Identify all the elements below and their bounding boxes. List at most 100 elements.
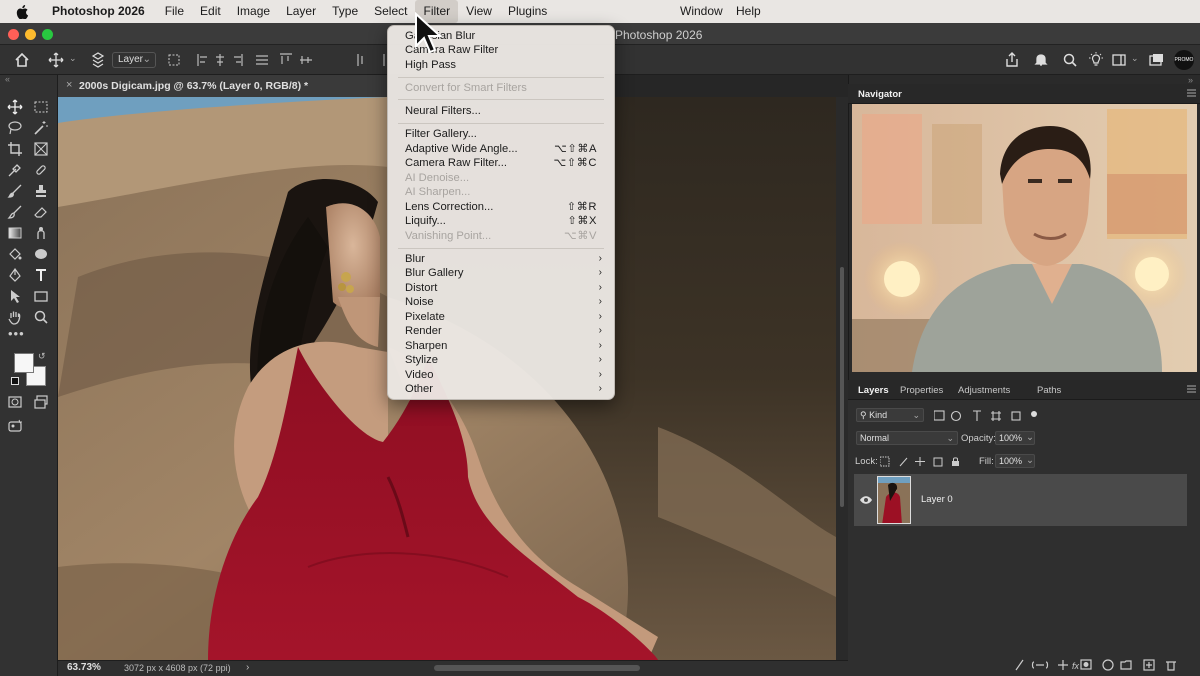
horizontal-scrollbar-thumb[interactable] (434, 665, 640, 671)
lightbulb-icon[interactable] (1088, 52, 1104, 68)
menu-file[interactable]: File (157, 0, 192, 23)
panel-menu-icon[interactable] (1187, 89, 1196, 97)
screen-mode-icon[interactable] (33, 394, 49, 410)
history-brush-tool-icon[interactable] (7, 204, 23, 220)
menu-image[interactable]: Image (229, 0, 278, 23)
eye-icon[interactable] (860, 495, 872, 505)
menu-type[interactable]: Type (324, 0, 366, 23)
layer-action-icons[interactable]: fx (1014, 658, 1194, 672)
rectangle-tool-icon[interactable] (33, 288, 49, 304)
tab-navigator[interactable]: Navigator (858, 89, 902, 100)
menu-item-sharpen[interactable]: Sharpen › (405, 339, 602, 353)
menu-item-blur[interactable]: Blur › (405, 252, 602, 266)
chevron-down-icon[interactable]: ⌄ (1026, 432, 1034, 443)
arrange-documents-icon[interactable] (1148, 52, 1164, 68)
navigator-preview[interactable] (852, 104, 1197, 372)
document-tab[interactable]: × 2000s Digicam.jpg @ 63.7% (Layer 0, RG… (58, 75, 388, 97)
auto-select-icon[interactable] (90, 52, 106, 68)
paint-bucket-tool-icon[interactable] (7, 246, 23, 262)
zoom-window-button[interactable] (42, 29, 53, 40)
minimize-window-button[interactable] (25, 29, 36, 40)
menu-item-stylize[interactable]: Stylize › (405, 353, 602, 367)
chevron-down-icon[interactable]: ⌄ (69, 53, 77, 64)
move-tool-preset-icon[interactable] (48, 52, 64, 68)
share-icon[interactable] (1004, 52, 1020, 68)
foreground-color-swatch-top[interactable] (14, 353, 34, 373)
tab-properties[interactable]: Properties (900, 385, 943, 396)
frame-tool-icon[interactable] (33, 141, 49, 157)
menu-layer[interactable]: Layer (278, 0, 324, 23)
search-icon[interactable] (1062, 52, 1078, 68)
menu-item-video[interactable]: Video › (405, 368, 602, 382)
auto-select-target-dropdown[interactable]: Layer ⌄ (112, 52, 156, 68)
panel-menu-icon[interactable] (1187, 385, 1196, 393)
menu-item-other[interactable]: Other › (405, 382, 602, 396)
layer-filter-kind-dropdown[interactable]: ⚲ Kind ⌄ (856, 408, 924, 422)
menu-help[interactable]: Help (728, 0, 769, 23)
crop-tool-icon[interactable] (7, 141, 23, 157)
eyedropper-tool-icon[interactable] (7, 162, 23, 178)
chevron-down-icon[interactable]: ⌄ (1131, 53, 1139, 64)
tab-paths[interactable]: Paths (1037, 385, 1061, 396)
marquee-tool-icon[interactable] (33, 99, 49, 115)
default-colors-icon[interactable] (11, 377, 19, 385)
menu-item-noise[interactable]: Noise › (405, 295, 602, 309)
menu-item-pixelate[interactable]: Pixelate › (405, 310, 602, 324)
quick-mask-icon[interactable] (7, 394, 23, 410)
type-tool-icon[interactable] (33, 267, 49, 283)
menu-item-filter-gallery[interactable]: Filter Gallery... (405, 127, 602, 141)
menu-item-high-pass[interactable]: High Pass (405, 58, 602, 72)
lock-icons[interactable] (880, 456, 960, 467)
clone-stamp-tool-icon[interactable] (33, 183, 49, 199)
move-tool-icon[interactable] (7, 99, 23, 115)
menu-app-name[interactable]: Photoshop 2026 (44, 0, 153, 23)
menu-item-blur-gallery[interactable]: Blur Gallery › (405, 266, 602, 280)
layer-row[interactable]: Layer 0 (854, 474, 1187, 526)
gradient-tool-icon[interactable] (7, 225, 23, 241)
path-selection-tool-icon[interactable] (7, 288, 23, 304)
healing-brush-tool-icon[interactable] (33, 162, 49, 178)
distribute-icons[interactable] (356, 52, 386, 68)
bell-icon[interactable] (1033, 52, 1049, 68)
eraser-tool-icon[interactable] (33, 204, 49, 220)
blend-mode-dropdown[interactable]: Normal ⌄ (856, 431, 958, 445)
smudge-tool-icon[interactable] (33, 225, 49, 241)
scrollbar-thumb[interactable] (840, 267, 844, 507)
menu-item-camera-raw-filter[interactable]: Camera Raw Filter... ⌥⇧⌘C (405, 156, 602, 170)
home-icon[interactable] (14, 52, 30, 68)
menu-window[interactable]: Window (672, 0, 731, 23)
menu-item-distort[interactable]: Distort › (405, 281, 602, 295)
close-tab-icon[interactable]: × (66, 79, 72, 91)
pen-tool-icon[interactable] (7, 267, 23, 283)
menu-plugins[interactable]: Plugins (500, 0, 555, 23)
menu-item-lens-correction[interactable]: Lens Correction... ⇧⌘R (405, 200, 602, 214)
align-icons[interactable] (196, 52, 316, 68)
lasso-tool-icon[interactable] (7, 120, 23, 136)
tab-adjustments[interactable]: Adjustments (958, 385, 1010, 396)
workspace-icon[interactable] (1111, 52, 1127, 68)
collapse-panel-icon[interactable]: « (5, 74, 10, 84)
chevron-down-icon[interactable]: ⌄ (1026, 455, 1034, 466)
status-menu-arrow[interactable]: › (246, 662, 249, 673)
layer-filter-icons[interactable] (934, 410, 1044, 422)
menu-item-render[interactable]: Render › (405, 324, 602, 338)
zoom-level[interactable]: 63.73% (67, 662, 101, 673)
avatar[interactable]: PROMO (1174, 50, 1194, 70)
sponge-tool-icon[interactable] (33, 246, 49, 262)
menu-view[interactable]: View (458, 0, 500, 23)
hand-tool-icon[interactable] (7, 309, 23, 325)
magic-wand-tool-icon[interactable] (33, 120, 49, 136)
menu-item-adaptive-wide-angle[interactable]: Adaptive Wide Angle... ⌥⇧⌘A (405, 142, 602, 156)
apple-icon[interactable] (14, 4, 32, 19)
menu-edit[interactable]: Edit (192, 0, 229, 23)
more-tools-icon[interactable]: ••• (8, 326, 25, 341)
canvas-vertical-scrollbar[interactable] (836, 97, 848, 660)
generative-icon[interactable] (7, 418, 23, 434)
layer-name[interactable]: Layer 0 (921, 494, 953, 505)
brush-tool-icon[interactable] (7, 183, 23, 199)
zoom-tool-icon[interactable] (33, 309, 49, 325)
menu-item-liquify[interactable]: Liquify... ⇧⌘X (405, 214, 602, 228)
swap-colors-icon[interactable]: ↺ (38, 351, 46, 362)
tab-layers[interactable]: Layers (858, 385, 889, 396)
menu-item-neural-filters[interactable]: Neural Filters... (405, 104, 602, 118)
